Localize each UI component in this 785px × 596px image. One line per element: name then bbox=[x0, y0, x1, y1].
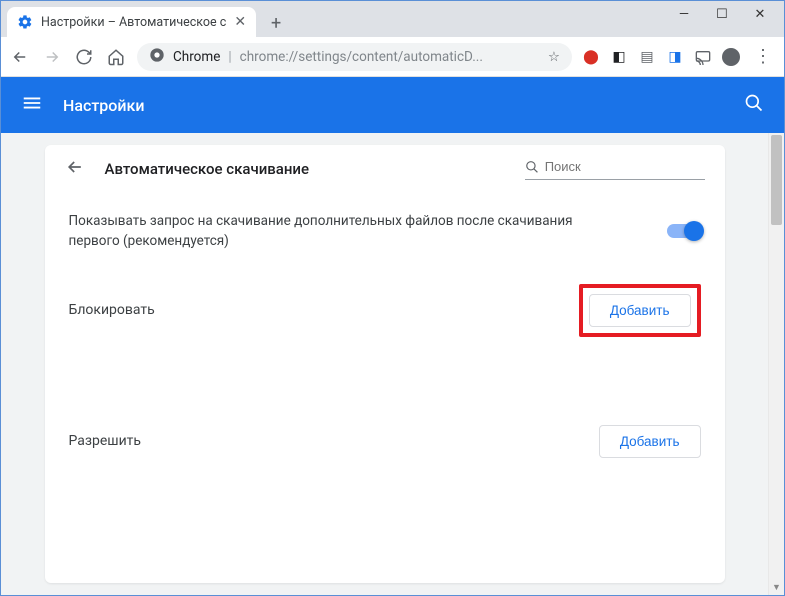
browser-tab[interactable]: Настройки – Автоматическое с ✕ bbox=[7, 7, 256, 37]
profile-avatar-icon[interactable] bbox=[722, 48, 740, 66]
block-add-button[interactable]: Добавить bbox=[589, 294, 691, 327]
reload-icon[interactable] bbox=[73, 46, 95, 68]
hamburger-menu-icon[interactable] bbox=[21, 92, 43, 118]
address-bar[interactable]: Chrome | chrome://settings/content/autom… bbox=[137, 43, 572, 71]
window-close-icon[interactable]: ✕ bbox=[753, 7, 767, 22]
gear-icon bbox=[17, 14, 33, 30]
new-tab-button[interactable]: + bbox=[262, 9, 290, 37]
browser-toolbar: Chrome | chrome://settings/content/autom… bbox=[1, 37, 784, 77]
extension-icon[interactable]: ◧ bbox=[610, 48, 628, 66]
content-viewport: Автоматическое скачивание Показывать зап… bbox=[1, 133, 784, 595]
omnibox-path: chrome://settings/content/automaticD... bbox=[240, 49, 483, 65]
search-icon bbox=[525, 159, 539, 175]
vertical-scrollbar[interactable]: ▲ ▼ bbox=[768, 133, 784, 595]
ask-before-download-toggle[interactable] bbox=[667, 224, 701, 238]
settings-search[interactable] bbox=[525, 159, 705, 180]
toggle-label: Показывать запрос на скачивание дополнит… bbox=[69, 211, 667, 252]
tab-close-icon[interactable]: ✕ bbox=[234, 14, 246, 30]
forward-icon[interactable] bbox=[41, 46, 63, 68]
block-section-label: Блокировать bbox=[69, 302, 579, 318]
extension-icon[interactable]: ▤ bbox=[638, 48, 656, 66]
kebab-menu-icon[interactable]: ⋮ bbox=[750, 46, 776, 67]
back-icon[interactable] bbox=[9, 46, 31, 68]
scrollbar-thumb[interactable] bbox=[771, 135, 782, 225]
allow-add-button[interactable]: Добавить bbox=[599, 425, 701, 458]
search-input[interactable] bbox=[545, 159, 705, 174]
omnibox-origin: Chrome bbox=[173, 49, 220, 65]
cast-icon[interactable] bbox=[694, 48, 712, 66]
chrome-logo-icon bbox=[149, 47, 165, 67]
window-minimize-icon[interactable]: — bbox=[677, 7, 691, 22]
tab-title: Настройки – Автоматическое с bbox=[41, 15, 226, 30]
tutorial-highlight: Добавить bbox=[579, 284, 701, 337]
back-arrow-icon[interactable] bbox=[65, 157, 85, 181]
extension-icon[interactable]: ⬤ bbox=[582, 48, 600, 66]
extension-icons: ⬤ ◧ ▤ ◨ bbox=[582, 48, 740, 66]
window-maximize-icon[interactable]: ☐ bbox=[715, 7, 729, 22]
settings-card: Автоматическое скачивание Показывать зап… bbox=[45, 145, 725, 583]
scroll-down-arrow-icon[interactable]: ▼ bbox=[769, 579, 784, 595]
extension-icon[interactable]: ◨ bbox=[666, 48, 684, 66]
page-title: Автоматическое скачивание bbox=[105, 160, 310, 178]
settings-header: Настройки bbox=[1, 77, 784, 133]
allow-section-label: Разрешить bbox=[69, 433, 599, 449]
home-icon[interactable] bbox=[105, 46, 127, 68]
settings-title: Настройки bbox=[63, 96, 144, 115]
search-icon[interactable] bbox=[744, 93, 764, 117]
bookmark-star-icon[interactable]: ☆ bbox=[548, 49, 560, 65]
